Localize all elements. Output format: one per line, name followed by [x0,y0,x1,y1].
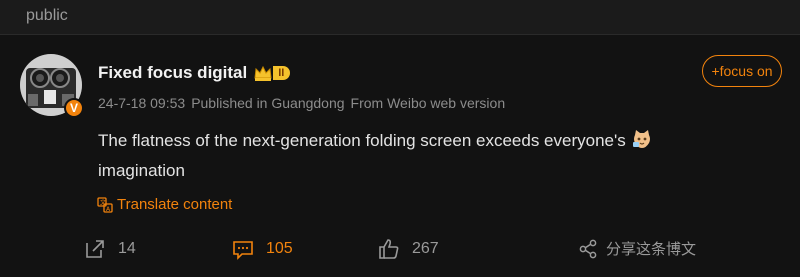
post-meta: 24-7-18 09:53 Published in Guangdong Fro… [98,95,505,111]
repost-count: 14 [118,240,136,257]
post-source: From Weibo web version [350,95,506,111]
verified-badge: V [64,98,84,118]
crown-icon [254,65,272,81]
like-icon [379,239,399,259]
share-button[interactable]: 分享这条博文 [578,238,696,259]
comment-button[interactable]: 105 [232,238,293,260]
section-label: public [26,7,68,24]
share-icon [579,239,597,258]
section-header: public [0,0,800,35]
post-actions: 14 105 267 分享这条博文 [0,238,800,268]
post-text-line1: The flatness of the next-generation fold… [98,131,626,150]
post-text-line2: imagination [98,161,185,180]
repost-icon [86,240,104,258]
comment-icon [233,241,253,260]
cat-emoji-icon [633,130,651,148]
translate-label: Translate content [117,196,233,213]
author-name[interactable]: Fixed focus digital [98,63,247,83]
comment-count: 105 [266,240,293,257]
post-time[interactable]: 24-7-18 09:53 [98,95,185,111]
like-count: 267 [412,240,439,257]
author-avatar[interactable]: V [20,54,84,118]
level-badge: II [273,66,291,80]
repost-button[interactable]: 14 [84,238,136,260]
post-location: Published in Guangdong [191,95,345,111]
share-label: 分享这条博文 [606,241,697,258]
translate-icon: 文 A [97,196,113,213]
translate-button[interactable]: 文 A Translate content [97,196,232,213]
weibo-post-card: V Fixed focus digital II +focus on 24-7-… [0,35,800,277]
author-row: Fixed focus digital II [98,63,291,83]
like-button[interactable]: 267 [378,238,439,260]
follow-button[interactable]: +focus on [702,55,782,87]
post-body: The flatness of the next-generation fold… [98,126,738,186]
